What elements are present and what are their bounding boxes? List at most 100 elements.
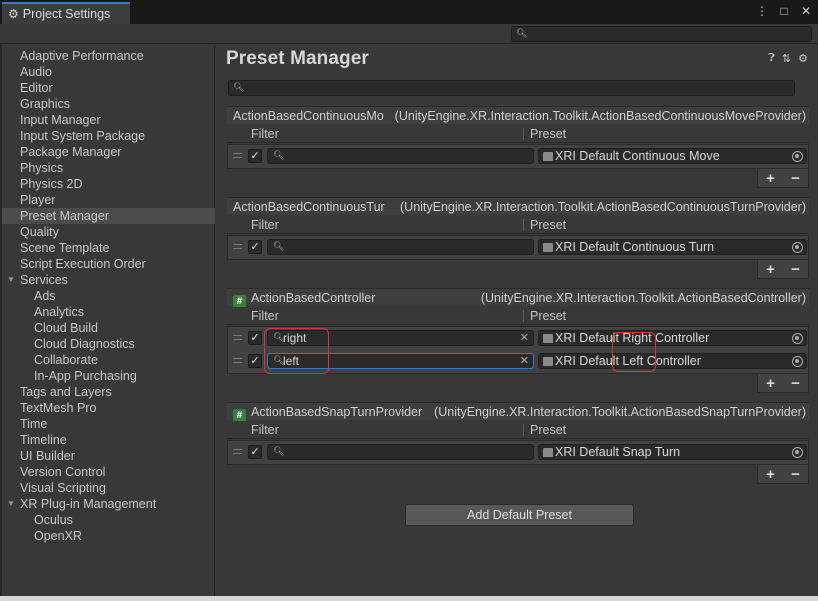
sidebar-item-xr-plug-in-management[interactable]: ▼ XR Plug-in Management (2, 496, 215, 512)
clear-filter-icon[interactable]: ✕ (520, 354, 529, 368)
sidebar-item-label: Adaptive Performance (20, 49, 144, 63)
enabled-checkbox[interactable]: ✓ (248, 240, 262, 254)
section-header[interactable]: ActionBasedContinuousTurr (UnityEngine.XR… (227, 197, 809, 215)
add-row-button[interactable]: + (766, 170, 775, 187)
drag-handle-icon[interactable] (233, 449, 242, 454)
remove-row-button[interactable]: − (791, 261, 800, 278)
expand-caret-icon[interactable]: ▼ (7, 496, 15, 512)
sidebar-item-preset-manager[interactable]: Preset Manager (2, 208, 215, 224)
sidebar-item-quality[interactable]: Quality (2, 224, 215, 240)
sidebar-item-editor[interactable]: Editor (2, 80, 215, 96)
preset-search-input[interactable]: 🔍︎ (228, 80, 795, 96)
filter-input[interactable]: 🔍︎ (267, 148, 534, 164)
section-header[interactable]: # ActionBasedController (UnityEngine.XR.In… (227, 288, 809, 308)
more-options-icon[interactable]: ⋮ (756, 4, 768, 18)
sidebar-item-label: Physics 2D (20, 177, 83, 191)
section-header[interactable]: ActionBasedContinuousMo (UnityEngine.XR.I… (227, 106, 809, 124)
annotation-highlight (612, 332, 656, 372)
sidebar-item-input-system-package[interactable]: Input System Package (2, 128, 215, 144)
add-row-button[interactable]: + (766, 261, 775, 278)
filter-input[interactable]: 🔍︎ (267, 239, 534, 255)
sidebar-item-textmesh-pro[interactable]: TextMesh Pro (2, 400, 215, 416)
preset-section: ActionBasedContinuousTurr (UnityEngine.XR… (227, 197, 809, 280)
preset-asset-icon (543, 243, 553, 252)
sidebar-item-time[interactable]: Time (2, 416, 215, 432)
sidebar-item-label: Input System Package (20, 129, 146, 143)
remove-row-button[interactable]: − (791, 170, 800, 187)
enabled-checkbox[interactable]: ✓ (248, 149, 262, 163)
preset-object-field[interactable]: XRI Default Right Controller (538, 330, 807, 346)
maximize-icon[interactable]: □ (778, 4, 790, 18)
column-divider (523, 219, 524, 231)
drag-handle-icon[interactable] (233, 244, 242, 249)
filter-input[interactable]: 🔍︎ (267, 444, 534, 460)
remove-row-button[interactable]: − (791, 466, 800, 483)
sidebar-item-adaptive-performance[interactable]: Adaptive Performance (2, 48, 215, 64)
sidebar-item-ads[interactable]: Ads (2, 288, 215, 304)
sidebar-item-visual-scripting[interactable]: Visual Scripting (2, 480, 215, 496)
sidebar-item-analytics[interactable]: Analytics (2, 304, 215, 320)
sidebar-item-audio[interactable]: Audio (2, 64, 215, 80)
sidebar-item-timeline[interactable]: Timeline (2, 432, 215, 448)
preset-object-field[interactable]: XRI Default Continuous Move (538, 148, 807, 164)
sidebar-item-oculus[interactable]: Oculus (2, 512, 215, 528)
object-picker-icon[interactable] (792, 242, 803, 253)
sidebar-item-services[interactable]: ▼ Services (2, 272, 215, 288)
sidebar-item-openxr[interactable]: OpenXR (2, 528, 215, 544)
preset-object-field[interactable]: XRI Default Continuous Turn (538, 239, 807, 255)
preset-object-field[interactable]: XRI Default Left Controller (538, 353, 807, 369)
add-default-preset-button[interactable]: Add Default Preset (405, 504, 634, 526)
sidebar-item-ui-builder[interactable]: UI Builder (2, 448, 215, 464)
enabled-checkbox[interactable]: ✓ (248, 445, 262, 459)
add-row-button[interactable]: + (766, 375, 775, 392)
object-picker-icon[interactable] (792, 333, 803, 344)
sidebar-item-label: Tags and Layers (20, 385, 112, 399)
sidebar-item-label: Physics (20, 161, 64, 175)
preset-object-field[interactable]: XRI Default Snap Turn (538, 444, 807, 460)
sidebar-item-scene-template[interactable]: Scene Template (2, 240, 215, 256)
section-type: (UnityEngine.XR.Interaction.Toolkit.Acti… (394, 109, 806, 123)
section-header[interactable]: # ActionBasedSnapTurnProvider (UnityEngine… (227, 402, 809, 422)
drag-handle-icon[interactable] (233, 335, 242, 340)
sidebar-item-label: Time (20, 417, 48, 431)
section-name: ActionBasedContinuousTurr (233, 200, 385, 214)
sidebar-item-cloud-diagnostics[interactable]: Cloud Diagnostics (2, 336, 215, 352)
sidebar-item-collaborate[interactable]: Collaborate (2, 352, 215, 368)
object-picker-icon[interactable] (792, 447, 803, 458)
section-name-text: ActionBasedContinuousMo (233, 109, 384, 123)
drag-handle-icon[interactable] (233, 153, 242, 158)
sidebar-item-script-execution-order[interactable]: Script Execution Order (2, 256, 215, 272)
sidebar-item-label: Quality (20, 225, 59, 239)
sidebar-item-tags-and-layers[interactable]: Tags and Layers (2, 384, 215, 400)
add-row-button[interactable]: + (766, 466, 775, 483)
expand-caret-icon[interactable]: ▼ (7, 272, 15, 288)
sliders-icon[interactable]: ⇅ (782, 52, 791, 65)
section-name: ActionBasedContinuousMo (233, 109, 385, 123)
remove-row-button[interactable]: − (791, 375, 800, 392)
sidebar-item-package-manager[interactable]: Package Manager (2, 144, 215, 160)
drag-handle-icon[interactable] (233, 358, 242, 363)
window-tab[interactable]: ⚙ Project Settings (2, 2, 130, 24)
sidebar-item-physics-2d[interactable]: Physics 2D (2, 176, 215, 192)
search-icon: 🔍︎ (273, 150, 285, 160)
sidebar-item-player[interactable]: Player (2, 192, 215, 208)
enabled-checkbox[interactable]: ✓ (248, 331, 262, 345)
object-picker-icon[interactable] (792, 356, 803, 367)
sidebar-item-version-control[interactable]: Version Control (2, 464, 215, 480)
sidebar-item-label: Analytics (34, 305, 85, 319)
sidebar-item-in-app-purchasing[interactable]: In-App Purchasing (2, 368, 215, 384)
sidebar-item-input-manager[interactable]: Input Manager (2, 112, 215, 128)
search-icon: 🔍︎ (273, 446, 285, 456)
sidebar-item-label: Editor (20, 81, 53, 95)
clear-filter-icon[interactable]: ✕ (520, 331, 529, 345)
close-icon[interactable]: ✕ (800, 4, 812, 18)
enabled-checkbox[interactable]: ✓ (248, 354, 262, 368)
gear-icon[interactable]: ⚙ (798, 52, 808, 65)
object-picker-icon[interactable] (792, 151, 803, 162)
preset-column-label: Preset (530, 423, 567, 437)
help-icon[interactable]: ❓︎ (768, 52, 775, 65)
sidebar-item-cloud-build[interactable]: Cloud Build (2, 320, 215, 336)
sidebar-item-graphics[interactable]: Graphics (2, 96, 215, 112)
sidebar-item-physics[interactable]: Physics (2, 160, 215, 176)
settings-search-input[interactable]: 🔍︎ (511, 26, 812, 42)
